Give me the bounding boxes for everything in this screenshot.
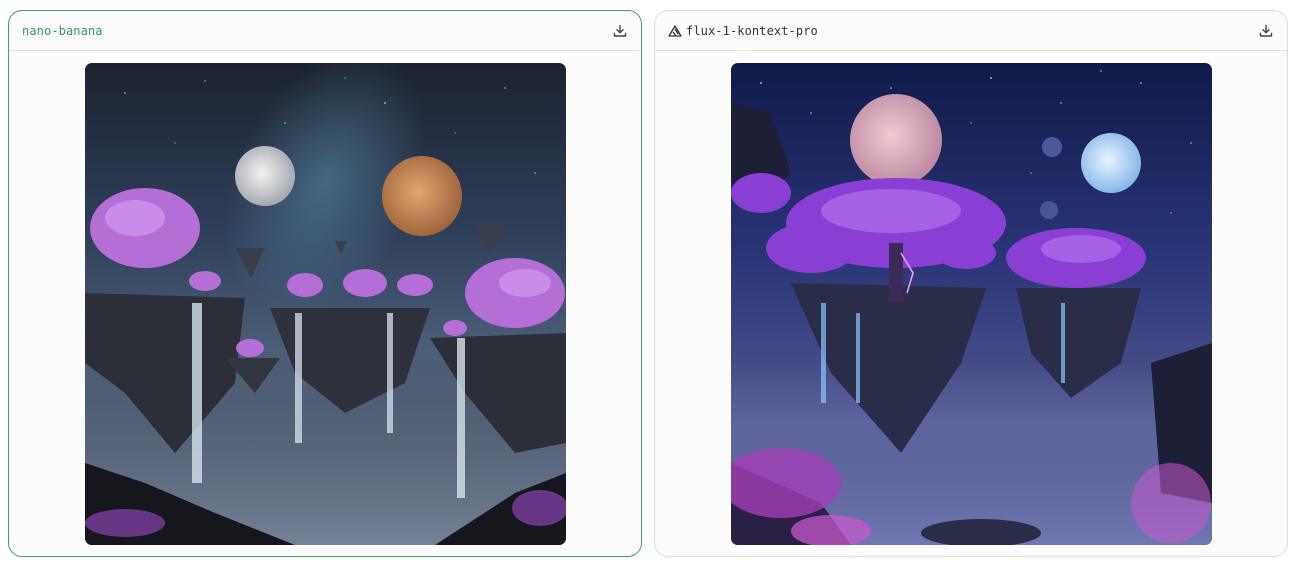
triangle-logo-icon <box>668 24 682 37</box>
model-name-label: flux-1-kontext-pro <box>686 23 818 38</box>
card-header: nano-banana <box>9 11 641 51</box>
card-header: flux-1-kontext-pro <box>655 11 1287 51</box>
download-icon <box>1259 24 1273 37</box>
generated-image[interactable] <box>85 63 566 545</box>
download-icon <box>613 24 627 37</box>
download-button[interactable] <box>1257 22 1275 40</box>
model-name-label: nano-banana <box>22 23 103 38</box>
comparison-grid: nano-banana flux-1-kontext-pro <box>8 10 1288 557</box>
generated-image[interactable] <box>731 63 1212 545</box>
download-button[interactable] <box>611 22 629 40</box>
result-card-nano-banana[interactable]: nano-banana <box>8 10 642 557</box>
result-card-flux-1-kontext-pro[interactable]: flux-1-kontext-pro <box>654 10 1288 557</box>
